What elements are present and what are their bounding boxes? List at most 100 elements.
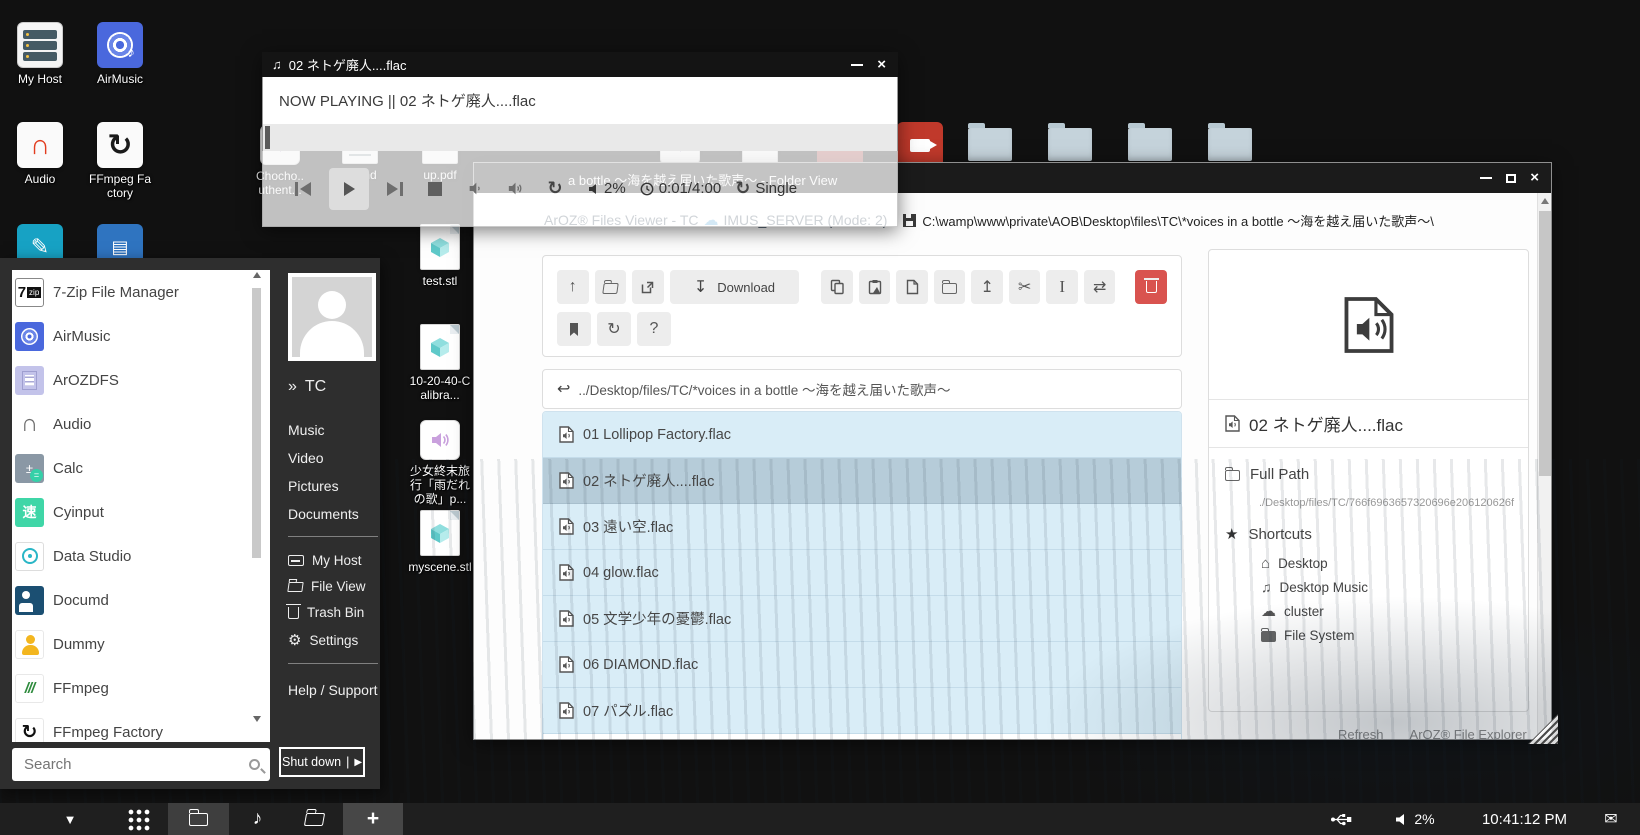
upload-button[interactable]: ↥ [971, 270, 1003, 304]
user-tool-settings[interactable]: ⚙Settings [288, 631, 376, 649]
app-item-data-studio[interactable]: Data Studio [12, 534, 270, 578]
delete-button[interactable] [1135, 270, 1167, 304]
app-list-scrollbar[interactable] [250, 272, 264, 738]
user-tool-my-host[interactable]: My Host [288, 553, 376, 568]
taskbar-new-window-button[interactable]: + [343, 803, 403, 835]
play-button[interactable] [329, 168, 369, 210]
scroll-down-icon[interactable] [253, 716, 261, 722]
scrollbar-thumb[interactable] [1539, 211, 1551, 476]
desktop-file-audio-jp[interactable]: 少女終末旅行「雨だれの歌」p... [407, 420, 473, 506]
messages-button[interactable]: ✉ [1582, 803, 1640, 835]
refresh-button[interactable]: ↻ [597, 312, 631, 346]
refresh-link[interactable]: Refresh [1338, 727, 1384, 740]
user-link-documents[interactable]: Documents [288, 506, 376, 522]
rename-button[interactable]: I [1046, 270, 1078, 304]
file-row[interactable]: 04 glow.flac [543, 550, 1181, 596]
scroll-up-icon[interactable] [253, 272, 261, 278]
maximize-icon[interactable] [1506, 174, 1516, 183]
taskbar-fileview-window-button[interactable] [286, 803, 343, 835]
copy-button[interactable] [821, 270, 853, 304]
play-mode[interactable]: ↻ Single [735, 178, 797, 199]
desktop-icon-folder2[interactable] [1037, 122, 1103, 161]
file-row-selected[interactable]: 02 ネトゲ廃人....flac [543, 458, 1181, 504]
app-grid-button[interactable] [108, 803, 168, 835]
file-row[interactable]: 05 文学少年の憂鬱.flac [543, 596, 1181, 642]
user-link-video[interactable]: Video [288, 450, 376, 466]
desktop-icon-folder4[interactable] [1197, 122, 1263, 161]
search-box[interactable] [12, 748, 270, 781]
download-button[interactable]: ↧Download [670, 270, 800, 304]
desktop-icon-audio[interactable]: ∩ Audio [7, 122, 73, 186]
desktop-file-calibra[interactable]: 10-20-40-Calibra... [407, 324, 473, 402]
app-item-cyinput[interactable]: 速Cyinput [12, 490, 270, 534]
help-support-link[interactable]: Help / Support [288, 682, 376, 698]
search-input[interactable] [22, 755, 249, 774]
minimize-icon[interactable] [1480, 177, 1492, 179]
taskbar-collapse-button[interactable]: ▼ [40, 803, 100, 835]
file-row[interactable]: 06 DIAMOND.flac [543, 642, 1181, 688]
bookmark-button[interactable] [557, 312, 591, 346]
file-row[interactable]: 01 Lollipop Factory.flac [543, 412, 1181, 458]
desktop-icon-ffmpeg-factory[interactable]: ↻ FFmpeg Factory [87, 122, 153, 200]
next-button[interactable] [375, 167, 415, 211]
app-item-dummy[interactable]: Dummy [12, 622, 270, 666]
paste-button[interactable] [859, 270, 891, 304]
desktop-icon-airmusic[interactable]: ♪ AirMusic [87, 22, 153, 86]
username-row[interactable]: » TC [288, 378, 376, 396]
volume-up-button[interactable] [495, 167, 535, 211]
app-item-ffmpeg-factory[interactable]: ↻FFmpeg Factory [12, 710, 270, 742]
clock[interactable]: 10:41:12 PM [1467, 803, 1582, 835]
app-item-ffmpeg[interactable]: ///FFmpeg [12, 666, 270, 710]
file-row[interactable]: 03 遠い空.flac [543, 504, 1181, 550]
progress-cursor[interactable] [265, 126, 270, 149]
user-link-pictures[interactable]: Pictures [288, 478, 376, 494]
repeat-button[interactable]: ↻ [535, 167, 575, 211]
breadcrumb[interactable]: ↩ ../Desktop/files/TC/*voices in a bottl… [542, 369, 1182, 409]
progress-bar[interactable] [262, 124, 898, 151]
app-item-7zip[interactable]: 7zip7-Zip File Manager [12, 270, 270, 314]
desktop-icon-my-host[interactable]: My Host [7, 22, 73, 86]
previous-button[interactable] [283, 167, 323, 211]
scrollbar[interactable] [1537, 193, 1551, 740]
volume-control[interactable]: 2% [1378, 803, 1453, 835]
avatar[interactable] [288, 273, 376, 361]
open-external-button[interactable] [632, 270, 664, 304]
usb-status-icon[interactable] [1316, 803, 1366, 835]
app-item-arozdfs[interactable]: ArOZDFS [12, 358, 270, 402]
volume-down-button[interactable] [455, 167, 495, 211]
minimize-icon[interactable] [851, 64, 863, 66]
window-titlebar[interactable]: ♫ 02 ネトゲ廃人....flac × [262, 52, 898, 77]
cut-button[interactable]: ✂ [1009, 270, 1041, 304]
back-arrow-icon[interactable]: ↩ [557, 379, 570, 399]
up-button[interactable]: ↑ [557, 270, 589, 304]
stop-button[interactable] [415, 167, 455, 211]
desktop-icon-folder3[interactable] [1117, 122, 1183, 161]
close-icon[interactable]: × [877, 60, 886, 70]
desktop-file-myscene[interactable]: myscene.stl [407, 510, 473, 574]
open-button[interactable] [595, 270, 627, 304]
app-item-airmusic[interactable]: AirMusic [12, 314, 270, 358]
close-icon[interactable]: × [1530, 173, 1539, 183]
shortcut-cluster[interactable]: ☁ cluster [1209, 599, 1528, 623]
app-item-audio[interactable]: ∩Audio [12, 402, 270, 446]
shortcut-file-system[interactable]: File System [1209, 623, 1528, 647]
desktop-icon-folder1[interactable] [957, 122, 1023, 161]
user-tool-file-view[interactable]: File View [288, 579, 376, 594]
new-folder-button[interactable] [934, 270, 966, 304]
shutdown-button[interactable]: Shut down|▶ [279, 747, 365, 777]
desktop-file-test-stl[interactable]: test.stl [407, 224, 473, 288]
app-item-documd[interactable]: Documd [12, 578, 270, 622]
scroll-up-icon[interactable] [1541, 198, 1549, 204]
user-link-music[interactable]: Music [288, 422, 376, 438]
scrollbar-thumb[interactable] [252, 288, 261, 558]
app-item-calc[interactable]: ±Calc [12, 446, 270, 490]
taskbar-folder-window-button[interactable] [168, 803, 229, 835]
file-row[interactable]: 07 パズル.flac [543, 688, 1181, 734]
taskbar-music-window-button[interactable]: ♪ [229, 803, 286, 835]
shortcut-desktop[interactable]: ⌂ Desktop [1209, 551, 1528, 575]
user-tool-trash-bin[interactable]: Trash Bin [288, 605, 376, 620]
move-button[interactable]: ⇄ [1084, 270, 1116, 304]
help-button[interactable]: ? [637, 312, 671, 346]
new-file-button[interactable] [896, 270, 928, 304]
shortcut-desktop-music[interactable]: ♫ Desktop Music [1209, 575, 1528, 599]
